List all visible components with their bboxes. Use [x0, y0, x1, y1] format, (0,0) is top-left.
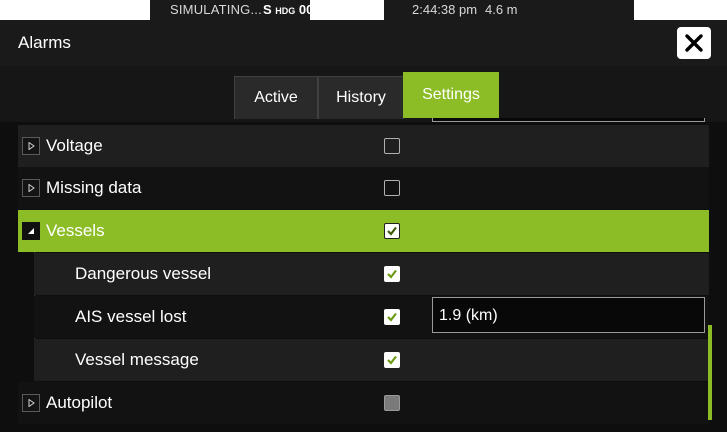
- chevron-right-icon: [28, 399, 35, 407]
- list-item-voltage[interactable]: Voltage: [18, 125, 709, 167]
- enable-checkbox[interactable]: [384, 223, 400, 239]
- chevron-right-icon: [28, 142, 35, 150]
- heading-readout: S HDG 006 °M: [263, 0, 335, 20]
- expand-button[interactable]: [22, 394, 40, 412]
- clock: 2:44:38 pm: [412, 2, 478, 17]
- scrollbar[interactable]: [708, 325, 712, 420]
- row-label: AIS vessel lost: [75, 307, 187, 326]
- heading-value: 006: [298, 2, 321, 17]
- tab-history[interactable]: History: [318, 76, 404, 119]
- list-item-missing-data[interactable]: Missing data: [18, 167, 709, 209]
- heading-unit: °M: [324, 6, 336, 16]
- enable-checkbox[interactable]: [384, 352, 400, 368]
- tab-active[interactable]: Active: [234, 76, 318, 119]
- close-button[interactable]: [677, 27, 711, 59]
- title-bar: Alarms: [0, 20, 727, 66]
- collapse-button[interactable]: [22, 222, 40, 240]
- row-label: Missing data: [46, 178, 142, 197]
- distance-value-field[interactable]: 1.9 (km): [432, 297, 705, 333]
- heading-label: HDG: [275, 6, 296, 16]
- enable-checkbox[interactable]: [384, 138, 400, 154]
- chevron-right-icon: [28, 184, 35, 192]
- row-label: Vessels: [46, 221, 105, 240]
- enable-checkbox[interactable]: [384, 309, 400, 325]
- checkmark-icon: [387, 312, 397, 322]
- list-item-ais-vessel-lost[interactable]: AIS vessel lost 1.9 (km): [34, 296, 709, 338]
- enable-checkbox[interactable]: [384, 266, 400, 282]
- tab-settings[interactable]: Settings: [403, 72, 499, 118]
- checkmark-icon: [387, 269, 397, 279]
- checkmark-icon: [387, 226, 397, 236]
- row-label: Autopilot: [46, 393, 113, 412]
- expand-button[interactable]: [22, 137, 40, 155]
- checkmark-icon: [387, 355, 397, 365]
- list-item-vessel-message[interactable]: Vessel message: [34, 339, 709, 381]
- status-bar: SIMULATING... S HDG 006 °M 2:44:38 pm 4.…: [0, 0, 727, 20]
- row-label: Dangerous vessel: [75, 264, 212, 283]
- close-icon: [685, 34, 703, 52]
- distance-value: 1.9 (km): [439, 307, 498, 324]
- heading-prefix: S: [263, 2, 272, 17]
- chevron-expanded-icon: [28, 228, 34, 234]
- value-field-partial: [432, 118, 705, 122]
- app-frame: SIMULATING... S HDG 006 °M 2:44:38 pm 4.…: [0, 0, 727, 432]
- simulating-indicator: SIMULATING...: [170, 2, 262, 17]
- expand-button[interactable]: [22, 179, 40, 197]
- alarm-settings-list: Voltage Missing data Vessels Dangerous v: [0, 118, 727, 432]
- row-label: Voltage: [46, 136, 103, 155]
- enable-checkbox-disabled[interactable]: [384, 395, 400, 411]
- list-item-vessels[interactable]: Vessels: [18, 210, 709, 252]
- enable-checkbox[interactable]: [384, 180, 400, 196]
- dialog-title: Alarms: [18, 33, 71, 52]
- row-label: Vessel message: [75, 350, 199, 369]
- list-item-autopilot[interactable]: Autopilot: [18, 382, 709, 424]
- depth-readout: 4.6 m: [485, 2, 518, 17]
- list-item-dangerous-vessel[interactable]: Dangerous vessel: [34, 253, 709, 295]
